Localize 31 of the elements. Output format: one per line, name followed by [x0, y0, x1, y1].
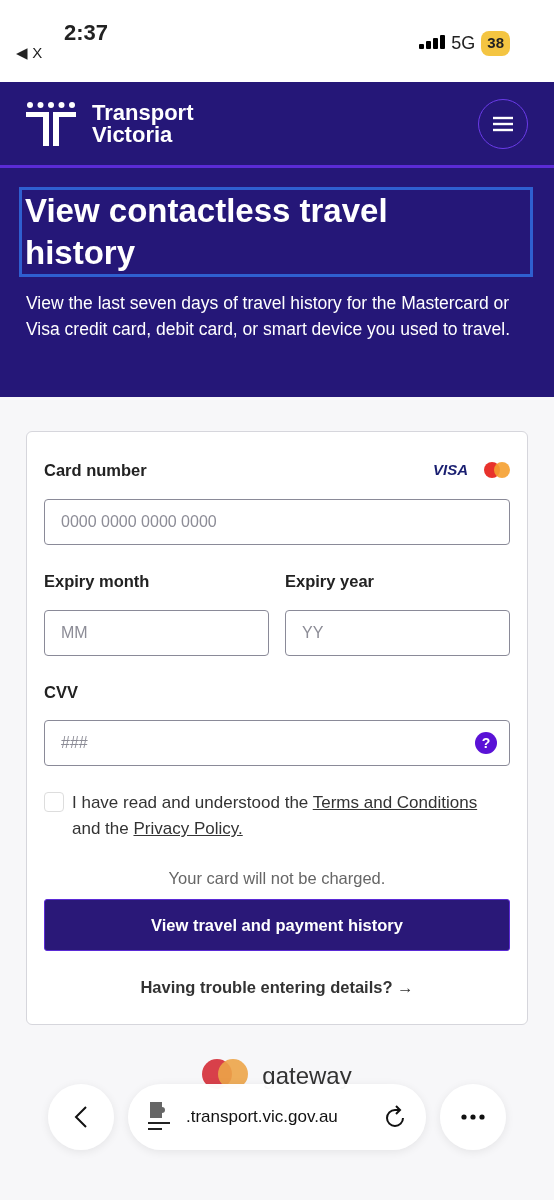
logo-icon[interactable]: [26, 101, 76, 146]
address-bar[interactable]: .transport.vic.gov.au: [128, 1084, 426, 1150]
card-brand-label: VISA: [433, 460, 468, 481]
field-label: CVV: [44, 681, 78, 703]
submit-button[interactable]: View travel and payment history: [44, 899, 510, 951]
clock: 2:37: [64, 19, 109, 47]
menu-icon: [493, 115, 513, 132]
page-title: View contactless travel history: [22, 190, 530, 274]
info-text: Your card will not be charged.: [167, 868, 387, 890]
more-icon: [461, 1114, 485, 1120]
input-field[interactable]: MM: [44, 609, 269, 656]
back-icon: [74, 1105, 88, 1129]
field-label: Expiry year: [285, 570, 374, 592]
reload-icon[interactable]: [384, 1105, 406, 1129]
url-text: .transport.vic.gov.au: [186, 1106, 339, 1129]
checkbox[interactable]: [44, 792, 64, 813]
back-to-app-link[interactable]: ◀ X: [16, 42, 43, 65]
agreement-text: I have read and understood the Terms and Conditions and the Privacy Policy.: [72, 792, 479, 841]
field-label: Expiry month: [44, 570, 150, 592]
help-link[interactable]: Having trouble entering details? →: [140, 978, 414, 996]
battery-indicator: 38: [481, 31, 510, 56]
input-field[interactable]: YY: [285, 609, 510, 656]
field-label: Card number: [44, 460, 147, 481]
brand-name: Transport Victoria: [92, 101, 194, 146]
policy-link[interactable]: Privacy Policy.: [133, 819, 243, 839]
input-field[interactable]: 0000 0000 0000 0000: [44, 498, 510, 545]
policy-link[interactable]: Terms and Conditions: [312, 793, 478, 813]
network-label: 5G: [451, 32, 476, 55]
puzzle-icon[interactable]: [148, 1102, 170, 1132]
page-description: View the last seven days of travel history for the Mastercard or Visa credit card, debit card, or smart device you used to travel.: [26, 292, 512, 341]
overlapping-circles-icon: [484, 462, 510, 479]
